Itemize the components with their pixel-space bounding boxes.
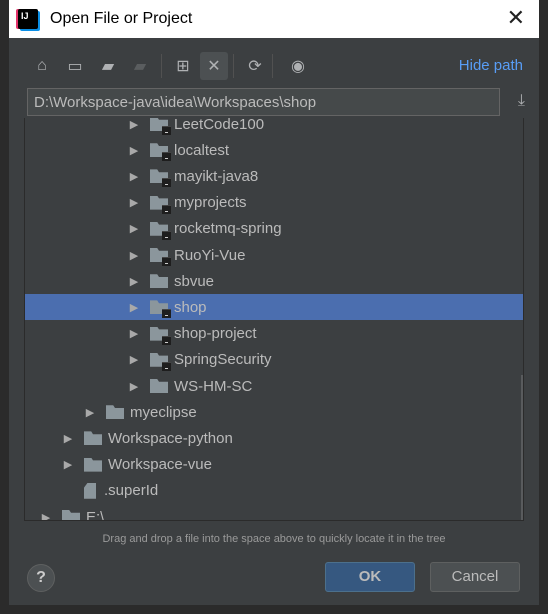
desktop-button[interactable]: ▭	[61, 52, 89, 80]
folder-icon	[150, 379, 168, 393]
tree-item-label: RuoYi-Vue	[174, 246, 246, 264]
expand-arrow-icon[interactable]: ▶	[128, 249, 140, 262]
module-badge-icon	[162, 309, 171, 319]
tree-item-label: mayikt-java8	[174, 167, 259, 185]
hide-path-link[interactable]: Hide path	[459, 57, 523, 74]
expand-arrow-icon[interactable]: ▶	[128, 275, 140, 288]
tree-item[interactable]: ▶ RuoYi-Vue	[25, 242, 523, 268]
file-tree[interactable]: ▶ E:\ .superId ▶ Workspace-vue ▶ Workspace-pyt…	[24, 118, 524, 521]
expand-arrow-icon[interactable]: ▶	[62, 458, 74, 471]
help-button[interactable]: ?	[27, 564, 55, 592]
tree-item-label: localtest	[174, 141, 230, 159]
refresh-button[interactable]: ⟳	[241, 52, 269, 80]
tree-item[interactable]: ▶ localtest	[25, 137, 523, 163]
tree-item[interactable]: ▶ E:\	[25, 504, 523, 521]
tree-item-label: WS-HM-SC	[174, 377, 253, 395]
title-bar: IJ Open File or Project ✕	[9, 0, 539, 38]
drive-icon	[62, 510, 80, 520]
folder-icon	[150, 352, 171, 371]
folder-icon	[150, 169, 171, 188]
module-badge-icon	[162, 178, 171, 188]
tree-item[interactable]: ▶ rocketmq-spring	[25, 216, 523, 242]
tree-item[interactable]: ▶ shop-project	[25, 321, 523, 347]
folder-icon	[150, 274, 168, 289]
expand-arrow-icon[interactable]: ▶	[128, 222, 140, 235]
module-badge-icon	[162, 152, 171, 162]
expand-arrow-icon[interactable]: ▶	[128, 118, 140, 131]
tree-item[interactable]: ▶ WS-HM-SC	[25, 373, 523, 399]
tree-item-label: myeclipse	[130, 403, 197, 421]
window-title: Open File or Project	[50, 10, 193, 27]
folder-icon	[150, 118, 171, 135]
folder-icon	[150, 221, 171, 240]
tree-item[interactable]: ▶ Workspace-python	[25, 425, 523, 451]
ok-button[interactable]: OK	[325, 562, 415, 592]
tree-item[interactable]: ▶ LeetCode100	[25, 118, 523, 137]
show-hidden-files-button[interactable]: ◉	[284, 52, 312, 80]
file-icon	[84, 482, 96, 499]
close-button[interactable]: ✕	[507, 7, 525, 29]
separator	[161, 54, 162, 78]
intellij-logo-icon: IJ	[18, 9, 38, 29]
tree-item[interactable]: ▶ myeclipse	[25, 399, 523, 425]
expand-arrow-icon[interactable]: ▶	[128, 170, 140, 183]
separator	[233, 54, 234, 78]
scrollbar[interactable]	[521, 375, 523, 520]
folder-icon	[150, 248, 171, 266]
expand-arrow-icon[interactable]: ▶	[128, 196, 140, 209]
tree-item-label: E:\	[86, 508, 105, 521]
module-badge-icon	[162, 257, 171, 266]
expand-arrow-icon[interactable]: ▶	[128, 144, 140, 157]
expand-arrow-icon[interactable]: ▶	[128, 380, 140, 393]
tree-item-label: SpringSecurity	[174, 351, 272, 369]
tree-item-label: Workspace-python	[108, 429, 233, 447]
tree-item[interactable]: ▶ mayikt-java8	[25, 163, 523, 189]
tree-item-label: .superId	[104, 482, 159, 500]
folder-icon	[150, 143, 171, 162]
home-button[interactable]: ⌂	[28, 52, 56, 80]
tree-item-label: LeetCode100	[174, 118, 265, 133]
folder-icon	[150, 195, 171, 214]
tree-item[interactable]: ▶ myprojects	[25, 190, 523, 216]
tree-item[interactable]: ▶ sbvue	[25, 268, 523, 294]
module-badge-icon	[162, 335, 171, 345]
expand-arrow-icon[interactable]: ▶	[128, 353, 140, 366]
folder-icon	[150, 326, 171, 345]
expand-arrow-icon[interactable]: ▶	[128, 301, 140, 314]
module-badge-icon	[162, 361, 171, 371]
tree-item[interactable]: ▶ SpringSecurity	[25, 347, 523, 373]
folder-icon	[150, 300, 171, 319]
logo-text: IJ	[21, 11, 29, 21]
expand-arrow-icon[interactable]: ▶	[84, 406, 96, 419]
folder-icon	[106, 405, 124, 420]
project-folder-button[interactable]: ▰	[94, 52, 122, 80]
module-badge-icon	[162, 230, 171, 240]
module-badge-icon	[162, 126, 171, 135]
expand-arrow-icon[interactable]: ▶	[40, 511, 52, 521]
tree-item-label: Workspace-vue	[108, 456, 212, 474]
separator	[272, 54, 273, 78]
open-file-dialog: IJ Open File or Project ✕ ⌂ ▭ ▰ ▰ ⊞ ✕ ⟳ …	[9, 0, 539, 605]
tree-item-label: sbvue	[174, 272, 215, 290]
delete-button[interactable]: ✕	[200, 52, 228, 80]
tree-item[interactable]: ▶ shop	[25, 294, 523, 321]
tree-item-label: rocketmq-spring	[174, 220, 282, 238]
cancel-button[interactable]: Cancel	[430, 562, 520, 592]
download-icon[interactable]: ⤓	[518, 92, 525, 110]
drag-drop-hint: Drag and drop a file into the space abov…	[102, 533, 446, 545]
tree-item[interactable]: ▶ Workspace-vue	[25, 452, 523, 478]
path-input[interactable]	[27, 88, 500, 116]
folder-icon	[84, 431, 102, 446]
tree-item[interactable]: .superId	[25, 478, 523, 504]
expand-arrow-icon[interactable]: ▶	[62, 432, 74, 445]
module-folder-button[interactable]: ▰	[126, 52, 154, 80]
tree-item-label: myprojects	[174, 194, 247, 212]
module-badge-icon	[162, 204, 171, 214]
tree-item-label: shop-project	[174, 325, 257, 343]
tree-item-label: shop	[174, 298, 207, 316]
folder-icon	[84, 457, 102, 472]
expand-arrow-icon[interactable]: ▶	[128, 327, 140, 340]
new-folder-button[interactable]: ⊞	[169, 52, 197, 80]
